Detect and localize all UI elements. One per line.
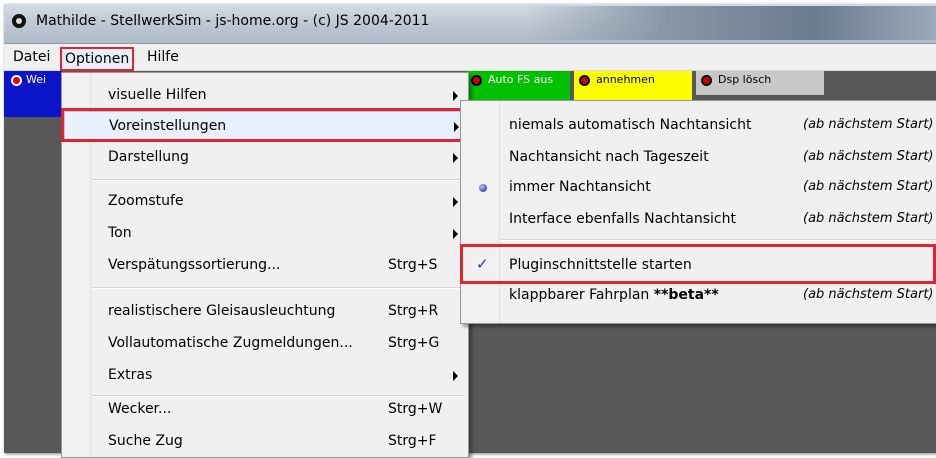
annehmen-label: annehmen <box>596 73 655 86</box>
auto-fs-label: Auto FS aus <box>488 73 554 86</box>
app-icon[interactable] <box>12 14 26 28</box>
menu-datei[interactable]: Datei <box>10 47 53 67</box>
menu-item-extras[interactable]: Extras <box>64 361 464 391</box>
window-title: Mathilde - StellwerkSim - js-home.org - … <box>36 13 430 29</box>
menu-item-ton[interactable]: Ton <box>64 219 464 249</box>
signal-block-blue[interactable]: Wei <box>4 71 62 117</box>
menu-separator <box>92 179 464 181</box>
submenu-item-nachtansicht-tageszeit[interactable]: Nachtansicht nach Tageszeit (ab nächstem… <box>463 143 936 173</box>
optionen-menu: visuelle Hilfen Voreinstellungen Darstel… <box>61 72 469 458</box>
red-led-icon <box>11 75 22 86</box>
red-led-icon <box>471 75 482 86</box>
submenu-item-interface-nachtansicht[interactable]: Interface ebenfalls Nachtansicht (ab näc… <box>463 205 936 235</box>
shortcut-label: Strg+W <box>388 401 443 417</box>
restart-note: (ab nächstem Start) <box>803 287 934 302</box>
menu-separator <box>92 287 464 289</box>
voreinstellungen-submenu: niemals automatisch Nachtansicht (ab näc… <box>460 100 936 324</box>
submenu-item-immer-nachtansicht[interactable]: immer Nachtansicht (ab nächstem Start) <box>463 173 936 203</box>
submenu-item-klappbarer-fahrplan[interactable]: klappbarer Fahrplan **beta** (ab nächste… <box>463 281 936 311</box>
title-bar[interactable]: Mathilde - StellwerkSim - js-home.org - … <box>4 4 936 44</box>
blue-block-label: Wei <box>26 73 47 86</box>
annehmen-button[interactable]: annehmen <box>574 71 692 95</box>
shortcut-label: Strg+F <box>388 433 437 449</box>
submenu-arrow-icon <box>453 197 458 207</box>
menu-optionen[interactable]: Optionen <box>60 47 135 71</box>
checkmark-icon: ✓ <box>476 255 489 273</box>
menu-item-zoomstufe[interactable]: Zoomstufe <box>64 187 464 217</box>
submenu-item-niemals-nachtansicht[interactable]: niemals automatisch Nachtansicht (ab näc… <box>463 111 936 141</box>
menu-item-wecker[interactable]: Wecker... Strg+W <box>64 395 464 425</box>
submenu-arrow-icon <box>453 229 458 239</box>
shortcut-label: Strg+S <box>388 257 438 273</box>
menu-item-verspaetungssortierung[interactable]: Verspätungssortierung... Strg+S <box>64 251 464 281</box>
submenu-arrow-icon <box>453 371 458 381</box>
radio-selected-icon <box>479 184 487 192</box>
restart-note: (ab nächstem Start) <box>803 179 934 194</box>
menu-item-voreinstellungen[interactable]: Voreinstellungen <box>64 111 464 141</box>
menu-separator <box>501 239 936 241</box>
submenu-arrow-icon <box>453 153 458 163</box>
shortcut-label: Strg+R <box>388 303 439 319</box>
menu-item-gleisausleuchtung[interactable]: realistischere Gleisausleuchtung Strg+R <box>64 297 464 327</box>
menu-item-zugmeldungen[interactable]: Vollautomatische Zugmeldungen... Strg+G <box>64 329 464 359</box>
restart-note: (ab nächstem Start) <box>803 211 934 226</box>
submenu-arrow-icon <box>453 91 458 101</box>
red-led-icon <box>701 75 712 86</box>
auto-fs-button[interactable]: Auto FS aus <box>466 71 570 95</box>
restart-note: (ab nächstem Start) <box>803 149 934 164</box>
restart-note: (ab nächstem Start) <box>803 117 934 132</box>
shortcut-label: Strg+G <box>388 335 440 351</box>
submenu-arrow-icon <box>454 122 459 132</box>
menu-hilfe[interactable]: Hilfe <box>144 47 182 67</box>
submenu-item-pluginschnittstelle[interactable]: ✓ Pluginschnittstelle starten <box>463 251 936 281</box>
menu-item-visuelle-hilfen[interactable]: visuelle Hilfen <box>64 81 464 111</box>
dsp-loesch-label: Dsp lösch <box>718 73 772 86</box>
menu-item-suche-zug[interactable]: Suche Zug Strg+F <box>64 427 464 457</box>
red-led-icon <box>579 75 590 86</box>
menu-item-darstellung[interactable]: Darstellung <box>64 143 464 173</box>
menu-bar: Datei Optionen Hilfe <box>4 44 936 71</box>
dsp-loesch-button[interactable]: Dsp lösch <box>696 71 824 95</box>
